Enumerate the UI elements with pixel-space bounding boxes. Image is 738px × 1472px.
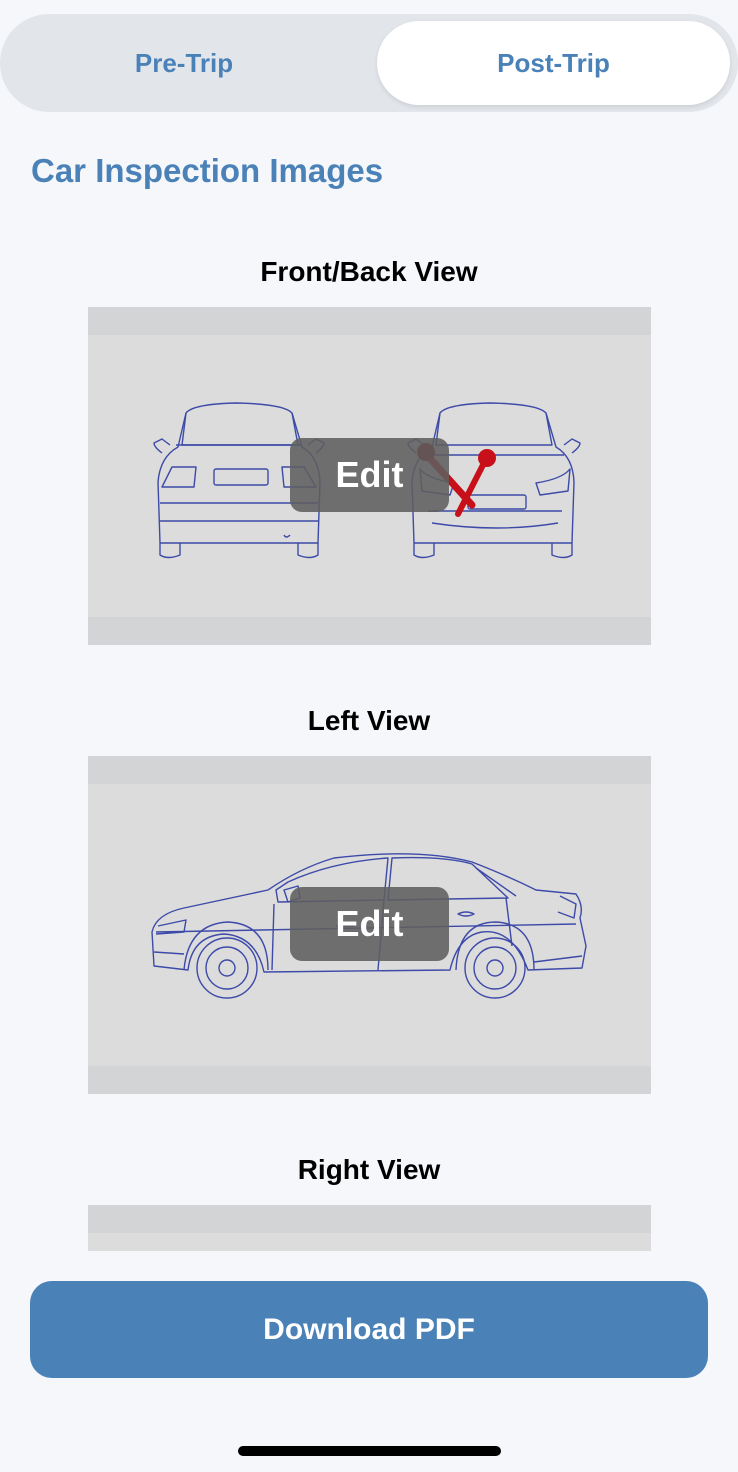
views-scroll-area[interactable]: Front/Back View Edit Left View Edit Righ… <box>0 240 738 1251</box>
inspection-screen: Pre-Trip Post-Trip Car Inspection Images… <box>0 0 738 1472</box>
front-back-view-image[interactable]: Edit <box>88 307 651 645</box>
left-view-image[interactable]: Edit <box>88 756 651 1094</box>
home-indicator <box>238 1446 501 1456</box>
right-view-image[interactable] <box>88 1205 651 1251</box>
section-title: Car Inspection Images <box>31 152 384 189</box>
tab-post-trip[interactable]: Post-Trip <box>377 21 730 105</box>
edit-left-view-button[interactable]: Edit <box>290 887 449 961</box>
right-view-label: Right View <box>297 1154 441 1185</box>
left-view-label: Left View <box>307 705 431 736</box>
image-band-top <box>88 1205 651 1233</box>
edit-front-back-button[interactable]: Edit <box>290 438 449 512</box>
tab-pre-trip[interactable]: Pre-Trip <box>8 21 360 105</box>
trip-segmented-control: Pre-Trip Post-Trip <box>0 14 738 112</box>
front-back-view-label: Front/Back View <box>260 256 478 287</box>
download-pdf-button[interactable]: Download PDF <box>30 1281 708 1378</box>
